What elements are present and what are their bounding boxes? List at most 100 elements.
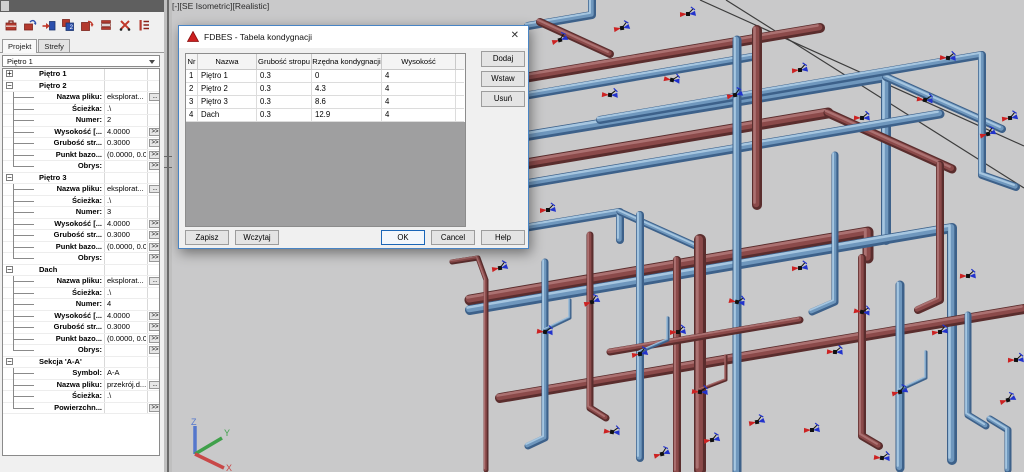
tree-property-row[interactable]: Ścieżka:.\ [3, 391, 159, 403]
collapse-icon[interactable]: − [6, 266, 13, 273]
table-cell[interactable]: 1 [186, 70, 198, 83]
table-cell[interactable]: Piętro 2 [198, 83, 257, 96]
expand-value-button[interactable]: >> [149, 335, 160, 343]
tree-property-row[interactable]: Wysokość [...4.0000>> [3, 219, 159, 231]
table-cell[interactable]: 2 [186, 83, 198, 96]
tree-property-row[interactable]: Punkt bazo...(0.0000, 0.00>> [3, 242, 159, 254]
expand-value-button[interactable]: >> [149, 312, 160, 320]
tree-property-row[interactable]: Ścieżka:.\ [3, 104, 159, 116]
expand-value-button[interactable]: >> [149, 323, 160, 331]
property-value[interactable]: A-A [107, 368, 146, 378]
usuń-button[interactable]: Usuń [481, 91, 525, 107]
property-value[interactable]: 4.0000 [107, 311, 146, 321]
property-value[interactable]: .\ [107, 391, 146, 401]
collapse-icon[interactable]: − [6, 174, 13, 181]
tree-property-row[interactable]: Nazwa pliku:eksplorat...... [3, 184, 159, 196]
table-row[interactable]: 4Dach0.312.94 [186, 109, 465, 122]
floor-select-dropdown[interactable]: Piętro 1 [2, 55, 160, 67]
dialog-titlebar[interactable]: FDBES - Tabela kondygnacji ✕ [179, 26, 528, 48]
table-cell[interactable]: 4 [382, 109, 456, 122]
table-cell[interactable]: Dach [198, 109, 257, 122]
property-value[interactable]: przekrój.d... [107, 380, 146, 390]
tree-property-row[interactable]: Obrys:>> [3, 253, 159, 265]
project-tree[interactable]: +Piętro 1−Piętro 2Nazwa pliku:eksplorat.… [2, 68, 160, 456]
tree-group-row[interactable]: −Dach [3, 265, 159, 277]
column-header[interactable]: Nr [186, 54, 198, 70]
expand-value-button[interactable]: >> [149, 231, 160, 239]
table-cell[interactable]: 4 [382, 70, 456, 83]
tree-property-row[interactable]: Wysokość [...4.0000>> [3, 127, 159, 139]
tree-property-row[interactable]: Numer:2 [3, 115, 159, 127]
expand-value-button[interactable]: >> [149, 151, 160, 159]
table-cell[interactable]: 0.3 [257, 83, 312, 96]
wstaw-button[interactable]: Wstaw [481, 71, 525, 87]
property-value[interactable]: eksplorat... [107, 276, 146, 286]
table-cell[interactable]: 0.3 [257, 70, 312, 83]
expand-value-button[interactable]: >> [149, 254, 160, 262]
tree-property-row[interactable]: Powierzchn...>> [3, 403, 159, 415]
tree-property-row[interactable]: Ścieżka:.\ [3, 196, 159, 208]
tree-property-row[interactable]: Punkt bazo...(0.0000, 0.00>> [3, 334, 159, 346]
cut-cross-icon[interactable] [117, 16, 133, 34]
property-value[interactable]: 0.3000 [107, 322, 146, 332]
tab-strefy[interactable]: Strefy [38, 39, 70, 52]
browse-button[interactable]: ... [149, 381, 160, 389]
column-header[interactable]: Wysokość kondygnacji [382, 54, 456, 70]
table-row[interactable]: 3Piętro 30.38.64 [186, 96, 465, 109]
table-cell[interactable]: 0.3 [257, 96, 312, 109]
collapse-icon[interactable]: − [6, 82, 13, 89]
property-value[interactable]: (0.0000, 0.00 [107, 150, 146, 160]
table-cell[interactable]: 4 [382, 83, 456, 96]
list-icon[interactable] [136, 16, 152, 34]
tree-property-row[interactable]: Obrys:>> [3, 345, 159, 357]
help-button[interactable]: Help [481, 230, 525, 245]
copy-box-icon[interactable]: 2 [60, 16, 76, 34]
expand-value-button[interactable]: >> [149, 243, 160, 251]
browse-button[interactable]: ... [149, 93, 160, 101]
palette-grip[interactable] [1, 1, 9, 11]
tree-property-row[interactable]: Grubość str...0.3000>> [3, 138, 159, 150]
zapisz-button[interactable]: Zapisz [185, 230, 229, 245]
tree-property-row[interactable]: Nazwa pliku:przekrój.d...... [3, 380, 159, 392]
wczytaj-button[interactable]: Wczytaj [235, 230, 279, 245]
table-cell[interactable]: Piętro 1 [198, 70, 257, 83]
column-header[interactable]: Nazwa [198, 54, 257, 70]
storey-table[interactable]: NrNazwaGrubość stropuRzędna kondygnacjiW… [185, 53, 466, 227]
tree-property-row[interactable]: Grubość str...0.3000>> [3, 322, 159, 334]
palette-splitter[interactable] [164, 0, 172, 472]
table-row[interactable]: 2Piętro 20.34.34 [186, 83, 465, 96]
property-value[interactable]: 4.0000 [107, 127, 146, 137]
tree-group-row[interactable]: −Sekcja 'A-A' [3, 357, 159, 369]
property-value[interactable]: .\ [107, 104, 146, 114]
browse-button[interactable]: ... [149, 277, 160, 285]
property-value[interactable]: 2 [107, 115, 146, 125]
tree-group-row[interactable]: −Piętro 3 [3, 173, 159, 185]
tree-property-row[interactable]: Numer:3 [3, 207, 159, 219]
expand-value-button[interactable]: >> [149, 404, 160, 412]
refresh-box-icon[interactable] [79, 16, 95, 34]
table-cell[interactable]: 0 [312, 70, 382, 83]
expand-icon[interactable]: + [6, 70, 13, 77]
property-value[interactable]: 4 [107, 299, 146, 309]
table-cell[interactable]: 4.3 [312, 83, 382, 96]
expand-value-button[interactable]: >> [149, 128, 160, 136]
expand-value-button[interactable]: >> [149, 162, 160, 170]
table-cell[interactable]: 0.3 [257, 109, 312, 122]
property-value[interactable]: eksplorat... [107, 184, 146, 194]
viewport-controls-label[interactable]: [-][SE Isometric][Realistic] [172, 1, 269, 11]
property-value[interactable]: 0.3000 [107, 138, 146, 148]
column-header[interactable]: Rzędna kondygnacji [312, 54, 382, 70]
property-value[interactable]: 0.3000 [107, 230, 146, 240]
table-cell[interactable]: 8.6 [312, 96, 382, 109]
table-cell[interactable]: Piętro 3 [198, 96, 257, 109]
briefcase-icon[interactable] [3, 16, 19, 34]
collapse-icon[interactable]: − [6, 358, 13, 365]
tree-property-row[interactable]: Ścieżka:.\ [3, 288, 159, 300]
tree-property-row[interactable]: Symbol:A-A [3, 368, 159, 380]
property-value[interactable]: (0.0000, 0.00 [107, 242, 146, 252]
tree-property-row[interactable]: Wysokość [...4.0000>> [3, 311, 159, 323]
property-value[interactable]: eksplorat... [107, 92, 146, 102]
palette-titlebar[interactable] [0, 0, 164, 12]
table-cell[interactable]: 4 [382, 96, 456, 109]
folder-arrow-icon[interactable] [22, 16, 38, 34]
